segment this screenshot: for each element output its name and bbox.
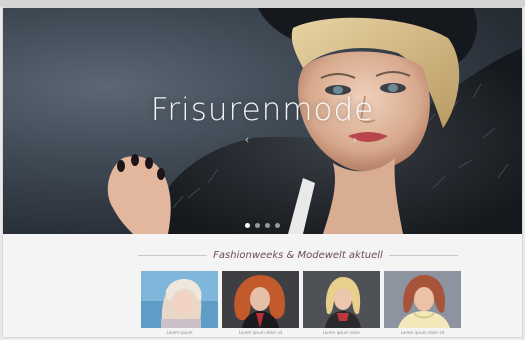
thumb-caption-3[interactable]: Lorem ipsum dolor [303,330,380,335]
slider-dot-1[interactable] [245,223,250,228]
thumb-photo-3 [303,271,380,328]
thumb-caption-1[interactable]: Lorem ipsum [141,330,218,335]
article-thumb-1[interactable] [141,271,218,328]
thumb-caption-4[interactable]: Lorem ipsum dolor sit [384,330,461,335]
slider-prev-arrow[interactable]: ‹ [242,133,252,147]
section-header: Fashionweeks & Modewelt aktuell [138,248,458,262]
slider-dot-3[interactable] [265,223,270,228]
article-thumb-2[interactable] [222,271,299,328]
slider-next-arrow[interactable]: › [350,133,360,147]
divider-right [388,254,458,256]
thumb-photo-1 [141,271,218,328]
slider-dot-4[interactable] [275,223,280,228]
thumb-photo-2 [222,271,299,328]
slider-pagination [3,223,522,228]
article-thumb-3[interactable] [303,271,380,328]
divider-left [138,254,208,256]
hero-slider[interactable]: Frisurenmode ‹ › [3,8,522,234]
browser-top-bar [0,0,525,7]
section-title: Fashionweeks & Modewelt aktuell [213,249,383,261]
thumb-caption-2[interactable]: Lorem ipsum dolor sit [222,330,299,335]
article-thumb-4[interactable] [384,271,461,328]
hero-title: Frisurenmode [150,92,375,128]
thumb-photo-4 [384,271,461,328]
page-frame: Frisurenmode ‹ › Fashionweeks & Modewelt… [2,7,523,338]
article-thumbnails [141,271,461,328]
slider-dot-2[interactable] [255,223,260,228]
thumbnail-captions: Lorem ipsum Lorem ipsum dolor sit Lorem … [141,330,461,335]
